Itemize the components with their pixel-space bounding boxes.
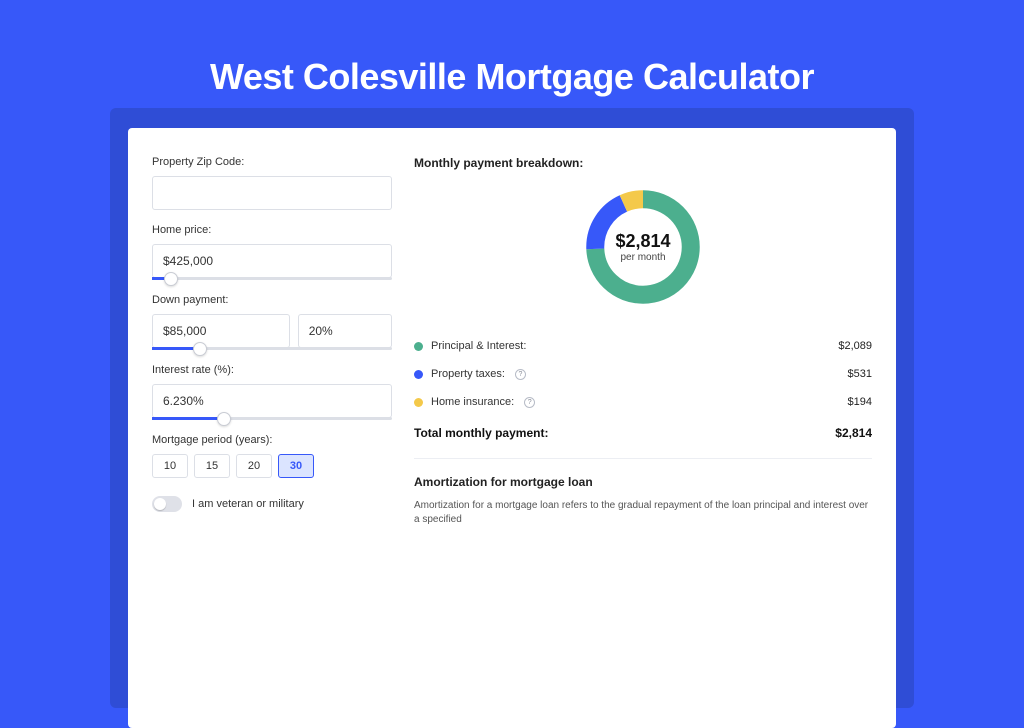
period-options: 10152030: [152, 454, 392, 478]
down-payment-field: Down payment:: [152, 294, 392, 350]
period-option-10[interactable]: 10: [152, 454, 188, 478]
legend-label: Principal & Interest:: [431, 340, 526, 352]
donut-center: $2,814 per month: [580, 184, 706, 310]
period-option-20[interactable]: 20: [236, 454, 272, 478]
slider-thumb[interactable]: [217, 412, 231, 426]
home-price-input[interactable]: [152, 244, 392, 278]
donut-sublabel: per month: [620, 252, 665, 263]
legend-label: Property taxes:: [431, 368, 505, 380]
mortgage-period-label: Mortgage period (years):: [152, 434, 392, 446]
amortization-section: Amortization for mortgage loan Amortizat…: [414, 458, 872, 527]
mortgage-period-field: Mortgage period (years): 10152030: [152, 434, 392, 478]
breakdown-legend: Principal & Interest: $2,089 Property taxe…: [414, 332, 872, 416]
calculator-card: Property Zip Code: Home price: Down paym…: [128, 128, 896, 728]
period-option-30[interactable]: 30: [278, 454, 314, 478]
zip-field: Property Zip Code:: [152, 156, 392, 210]
slider-thumb[interactable]: [164, 272, 178, 286]
help-icon[interactable]: ?: [515, 369, 526, 380]
home-price-slider[interactable]: [152, 277, 392, 280]
legend-row: Home insurance:? $194: [414, 388, 872, 416]
home-price-field: Home price:: [152, 224, 392, 280]
veteran-label: I am veteran or military: [192, 498, 304, 510]
veteran-toggle-row: I am veteran or military: [152, 496, 392, 512]
donut-chart-wrap: $2,814 per month: [414, 184, 872, 310]
down-payment-slider[interactable]: [152, 347, 392, 350]
slider-thumb[interactable]: [193, 342, 207, 356]
legend-row: Principal & Interest: $2,089: [414, 332, 872, 360]
down-payment-percent-input[interactable]: [298, 314, 392, 348]
legend-dot: [414, 370, 423, 379]
donut-amount: $2,814: [615, 231, 670, 252]
legend-dot: [414, 342, 423, 351]
breakdown-title: Monthly payment breakdown:: [414, 156, 872, 170]
interest-rate-label: Interest rate (%):: [152, 364, 392, 376]
amortization-title: Amortization for mortgage loan: [414, 475, 872, 489]
veteran-toggle[interactable]: [152, 496, 182, 512]
legend-label: Home insurance:: [431, 396, 514, 408]
interest-rate-input[interactable]: [152, 384, 392, 418]
legend-dot: [414, 398, 423, 407]
inputs-column: Property Zip Code: Home price: Down paym…: [152, 156, 392, 700]
interest-rate-field: Interest rate (%):: [152, 364, 392, 420]
amortization-text: Amortization for a mortgage loan refers …: [414, 499, 872, 527]
down-payment-amount-input[interactable]: [152, 314, 290, 348]
help-icon[interactable]: ?: [524, 397, 535, 408]
total-row: Total monthly payment: $2,814: [414, 416, 872, 454]
zip-input[interactable]: [152, 176, 392, 210]
legend-row: Property taxes:? $531: [414, 360, 872, 388]
page-title: West Colesville Mortgage Calculator: [0, 0, 1024, 98]
total-label: Total monthly payment:: [414, 426, 548, 440]
down-payment-label: Down payment:: [152, 294, 392, 306]
total-value: $2,814: [835, 426, 872, 440]
interest-rate-slider[interactable]: [152, 417, 392, 420]
zip-label: Property Zip Code:: [152, 156, 392, 168]
legend-value: $531: [848, 368, 872, 380]
donut-chart: $2,814 per month: [580, 184, 706, 310]
period-option-15[interactable]: 15: [194, 454, 230, 478]
breakdown-column: Monthly payment breakdown: $2,814 per mo…: [414, 156, 872, 700]
legend-value: $2,089: [838, 340, 872, 352]
legend-value: $194: [848, 396, 872, 408]
home-price-label: Home price:: [152, 224, 392, 236]
